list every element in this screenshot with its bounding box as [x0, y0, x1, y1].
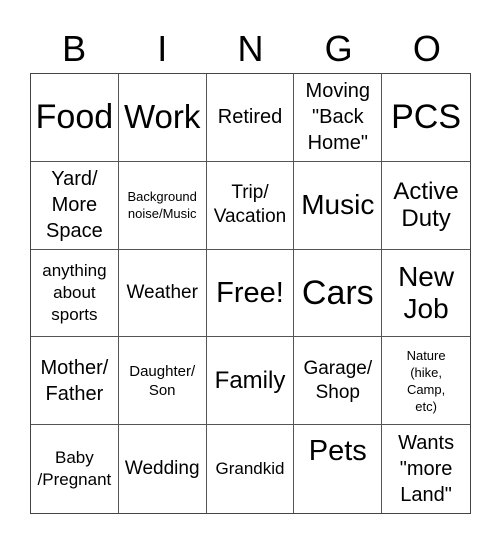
bingo-cell-label: Wants "more Land" — [398, 432, 455, 507]
bingo-cell[interactable]: Wants "more Land" — [382, 425, 470, 513]
bingo-cell[interactable]: Trip/ Vacation — [206, 161, 295, 250]
bingo-cell-label: Moving "Back Home" — [305, 80, 371, 155]
bingo-cell[interactable]: Baby /Pregnant — [31, 425, 119, 513]
bingo-cell[interactable]: Retired — [206, 74, 295, 162]
bingo-cell-label: Family — [214, 367, 286, 395]
bingo-cell-label: anything about sports — [42, 260, 107, 324]
bingo-header: B I N G O — [30, 24, 471, 74]
header-letter-b: B — [62, 28, 87, 69]
bingo-cell-label: Daughter/ Son — [129, 362, 196, 399]
bingo-cell[interactable]: Work — [118, 74, 207, 162]
bingo-cell-label: Food — [35, 98, 114, 137]
bingo-cell-label: Pets — [308, 435, 367, 468]
bingo-cell[interactable]: Background noise/Music — [118, 161, 207, 250]
header-letter-o: O — [412, 28, 441, 69]
bingo-cell-label: PCS — [391, 98, 462, 137]
bingo-cell-label: Cars — [301, 273, 374, 312]
bingo-cell[interactable]: PCS — [382, 74, 470, 162]
bingo-cell[interactable]: anything about sports — [31, 249, 119, 338]
bingo-cell-label: Yard/ More Space — [46, 168, 103, 243]
bingo-cell-label: Trip/ Vacation — [213, 182, 287, 228]
bingo-cell-label: Background noise/Music — [127, 189, 197, 222]
bingo-cell[interactable]: Daughter/ Son — [118, 337, 207, 426]
bingo-cell-label: Active Duty — [393, 178, 459, 233]
bingo-cell[interactable]: New Job — [382, 250, 470, 338]
bingo-cell[interactable]: Wedding — [119, 425, 207, 513]
bingo-cell-label: New Job — [398, 260, 455, 324]
bingo-cell[interactable]: Yard/ More Space — [31, 161, 119, 250]
header-letter-n: N — [237, 28, 264, 69]
bingo-cell[interactable]: Pets — [294, 425, 383, 513]
bingo-cell-label: Mother/ Father — [40, 356, 109, 405]
bingo-card-grid: Food Work Retired Moving "Back Home" PCS Yard… — [30, 73, 471, 514]
bingo-cell-label: Weather — [126, 281, 198, 303]
bingo-cell-label: Free! — [216, 276, 284, 309]
bingo-cell[interactable]: Grandkid — [207, 425, 295, 513]
bingo-cell[interactable]: Food — [31, 74, 119, 162]
bingo-cell[interactable]: Weather — [118, 249, 207, 338]
bingo-cell[interactable]: Free! — [206, 249, 295, 338]
bingo-cell-label: Garage/ Shop — [303, 357, 373, 403]
bingo-cell-label: Wedding — [124, 458, 200, 480]
bingo-cell-label: Nature (hike, Camp, etc) — [406, 347, 446, 414]
bingo-cell[interactable]: Moving "Back Home" — [294, 74, 383, 162]
bingo-cell-label: Grandkid — [215, 459, 285, 479]
bingo-cell-label: Music — [301, 189, 375, 221]
bingo-cell-label: Retired — [217, 106, 283, 129]
bingo-cell[interactable]: Garage/ Shop — [294, 337, 383, 426]
bingo-cell-label: Work — [123, 98, 201, 136]
bingo-cell[interactable]: Music — [294, 161, 383, 250]
header-letter-i: I — [157, 28, 168, 69]
bingo-cell[interactable]: Active Duty — [382, 162, 470, 250]
bingo-cell[interactable]: Family — [206, 337, 295, 426]
bingo-cell[interactable]: Mother/ Father — [31, 337, 119, 426]
bingo-cell[interactable]: Nature (hike, Camp, etc) — [382, 337, 470, 426]
bingo-cell[interactable]: Cars — [294, 249, 383, 338]
bingo-cell-label: Baby /Pregnant — [37, 448, 112, 490]
header-letter-g: G — [324, 28, 353, 69]
